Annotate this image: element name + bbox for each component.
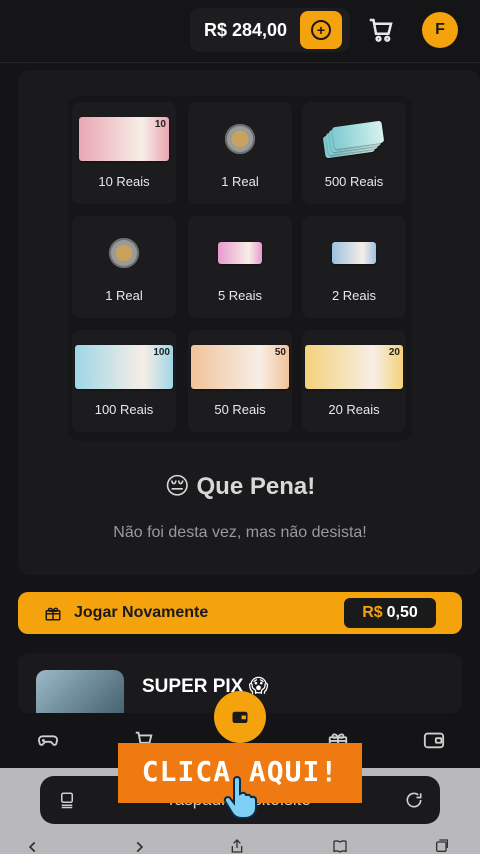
tabs-icon[interactable]: [432, 838, 452, 854]
forward-icon[interactable]: [132, 840, 146, 854]
prize-label: 50 Reais: [214, 402, 266, 417]
banknote-stack-image: [302, 116, 406, 162]
gamepad-icon[interactable]: [36, 729, 60, 751]
coin-icon: [109, 238, 139, 268]
prize-cell: 50 50 Reais: [188, 330, 292, 432]
wallet-icon[interactable]: [422, 729, 446, 751]
coin-image: [188, 116, 292, 162]
prize-label: 5 Reais: [217, 288, 263, 303]
prize-label: 20 Reais: [328, 402, 380, 417]
price-currency: R$: [362, 604, 383, 621]
price-badge: R$ 0,50: [344, 598, 436, 628]
balance-amount: R$ 284,00: [204, 20, 288, 40]
banknote-value: 10: [154, 119, 166, 130]
prize-cell: 5 Reais: [188, 216, 292, 318]
banknote-value: 100: [153, 347, 170, 358]
prize-grid: 10 10 Reais 1 Real 500 Reais 1 Real 5 Reais 2 …: [68, 96, 412, 441]
prize-cell: 2 Reais: [302, 216, 406, 318]
banknote-image: 10: [72, 116, 176, 162]
prize-label: 1 Real: [221, 174, 259, 189]
banknote-value: 20: [388, 347, 400, 358]
banknote-icon: [332, 242, 376, 264]
banknote-image: 20: [302, 344, 406, 390]
price-value: 0,50: [386, 604, 418, 621]
avatar[interactable]: F: [422, 12, 458, 48]
wallet-center-button[interactable]: [214, 691, 266, 743]
gift-icon: [45, 607, 61, 621]
banknote-image: [302, 230, 406, 276]
wallet-icon: [232, 711, 248, 723]
play-again-label: Jogar Novamente: [74, 604, 209, 621]
banknote-icon: 10: [79, 117, 169, 161]
top-bar: R$ 284,00 + F: [0, 0, 480, 63]
bookmarks-icon[interactable]: [330, 838, 350, 854]
prize-cell: 500 Reais: [302, 102, 406, 204]
result-title: 😔 Que Pena!: [0, 472, 480, 501]
balance-pill[interactable]: R$ 284,00 +: [190, 8, 350, 52]
prize-cell: 20 20 Reais: [302, 330, 406, 432]
play-again-button[interactable]: Jogar Novamente R$ 0,50: [18, 592, 462, 634]
sad-emoji: 😔: [164, 473, 190, 500]
prize-label: 500 Reais: [324, 174, 384, 189]
prize-cell: 1 Real: [72, 216, 176, 318]
prize-label: 100 Reais: [94, 402, 154, 417]
prize-label: 2 Reais: [331, 288, 377, 303]
result-title-text: Que Pena!: [196, 473, 316, 500]
banknote-icon: 20: [305, 345, 403, 389]
banknote-icon: 50: [191, 345, 289, 389]
banknote-image: 50: [188, 344, 292, 390]
prize-label: 10 Reais: [98, 174, 150, 189]
coin-image: [72, 230, 176, 276]
coin-icon: [225, 124, 255, 154]
banknote-icon: 100: [75, 345, 173, 389]
banknote-icon: [218, 242, 262, 264]
plus-circle-icon: +: [311, 20, 331, 40]
prize-cell: 1 Real: [188, 102, 292, 204]
result-subtitle: Não foi desta vez, mas não desista!: [113, 524, 367, 541]
card-thumbnail: [36, 670, 124, 713]
banknote-image: [188, 230, 292, 276]
share-icon[interactable]: [228, 838, 246, 854]
banknote-image: 100: [72, 344, 176, 390]
pointer-hand-icon: [223, 776, 257, 819]
browser-toolbar: [0, 838, 480, 854]
prize-cell: 10 10 Reais: [72, 102, 176, 204]
prize-cell: 100 100 Reais: [72, 330, 176, 432]
cart-icon[interactable]: [366, 15, 396, 45]
back-icon[interactable]: [26, 840, 40, 854]
reload-icon[interactable]: [404, 790, 424, 810]
banknote-value: 50: [274, 347, 286, 358]
add-balance-button[interactable]: +: [300, 11, 342, 49]
prize-label: 1 Real: [105, 288, 143, 303]
